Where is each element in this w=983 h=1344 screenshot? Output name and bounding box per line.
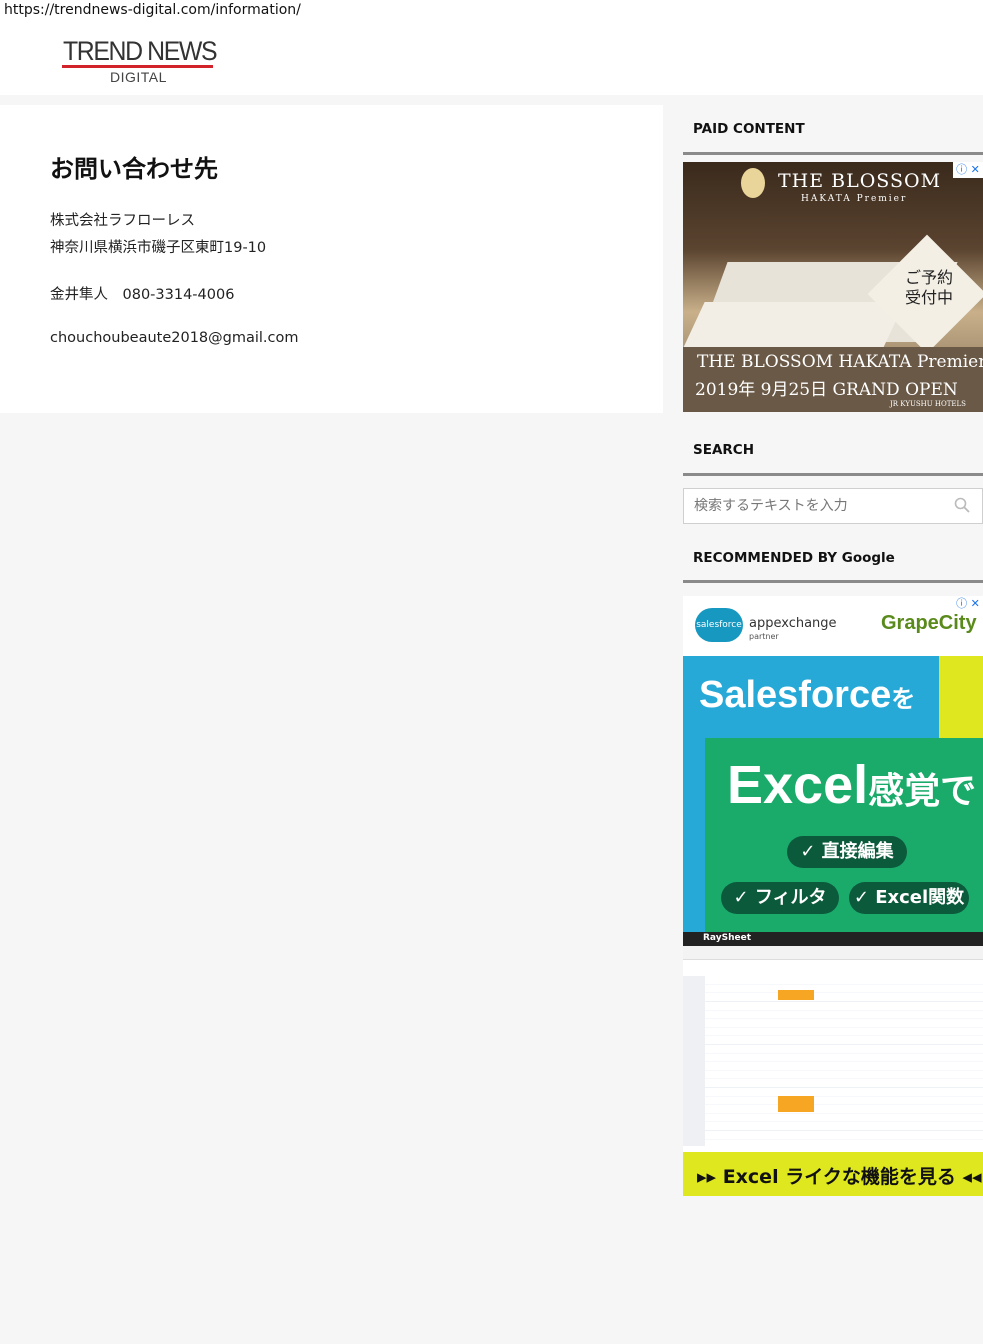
search-heading: SEARCH [693, 442, 754, 458]
feature-pill-filter: ✓ フィルタ [721, 882, 839, 914]
heading-rule [683, 152, 983, 155]
ad-blue-strip [683, 738, 705, 932]
app-name: RaySheet [703, 933, 751, 943]
logo-text-sub: DIGITAL [110, 69, 167, 85]
sheet-grid [683, 976, 983, 1146]
headline-1-text: Salesforce [699, 674, 892, 716]
reservation-badge: ご予約 受付中 [905, 268, 954, 307]
page-title: お問い合わせ先 [50, 155, 218, 183]
logo-text-main: TREND NEWS [63, 36, 218, 66]
search-box[interactable] [683, 488, 983, 524]
heading-rule [683, 580, 983, 583]
ad-line-2: 2019年 9月25日 GRAND OPEN [695, 380, 958, 400]
sheet-rows [683, 976, 983, 1146]
blossom-logo-icon [741, 168, 765, 198]
company-name: 株式会社ラフローレス [50, 213, 195, 229]
ad-headline-2: Excel感覚で [727, 754, 976, 816]
feature-pill-edit: ✓ 直接編集 [787, 836, 907, 868]
ad-brand-sub: HAKATA Premier [801, 194, 908, 204]
search-input[interactable] [684, 489, 944, 523]
hotel-ad[interactable]: THE BLOSSOM HAKATA Premier ご予約 受付中 THE BL… [683, 162, 983, 412]
paid-content-heading: PAID CONTENT [693, 121, 805, 137]
headline-2-text: Excel [727, 755, 869, 815]
appexchange-label: appexchange [749, 616, 837, 631]
cta-text: ▸▸ Excel ライクな機能を見る ◂◂ [697, 1166, 982, 1188]
logo-bar [62, 65, 213, 68]
search-icon[interactable] [954, 497, 970, 513]
ad-close-icon[interactable]: ⓘ ✕ [953, 596, 983, 612]
sheet-toolbar [683, 946, 983, 960]
grapecity-logo: GrapeCity [881, 612, 977, 634]
sheet-row-numbers [683, 976, 705, 1146]
ad-line-3: JR KYUSHU HOTELS [890, 400, 966, 408]
company-address: 神奈川県横浜市磯子区東町19-10 [50, 240, 267, 256]
salesforce-logo: salesforce [695, 608, 743, 642]
recommended-heading: RECOMMENDED BY Google [693, 550, 895, 566]
contact-email: chouchoubeaute2018@gmail.com [50, 330, 299, 346]
cta-banner[interactable]: ▸▸ Excel ライクな機能を見る ◂◂ [683, 1152, 983, 1196]
partner-label: partner [749, 632, 779, 641]
ad-headline-1: Salesforceを [699, 674, 915, 717]
sheet-highlight [778, 1096, 814, 1112]
ad-brand: THE BLOSSOM [778, 170, 942, 192]
sheet-titlebar: RaySheet [683, 932, 983, 946]
bed-image [683, 302, 905, 352]
headline-2-suffix: 感覚で [868, 770, 977, 811]
content-card: お問い合わせ先 株式会社ラフローレス 神奈川県横浜市磯子区東町19-10 金井隼… [0, 105, 663, 413]
url-bar: https://trendnews-digital.com/informatio… [4, 2, 301, 18]
sheet-highlight [778, 990, 814, 1000]
feature-pill-function: ✓ Excel関数 [849, 882, 969, 914]
ad-close-icon[interactable]: ⓘ ✕ [953, 162, 983, 178]
headline-1-suffix: を [891, 686, 916, 713]
ad-line-1: THE BLOSSOM HAKATA Premier [697, 352, 983, 372]
salesforce-ad[interactable]: salesforce appexchange partner GrapeCity… [683, 596, 983, 1196]
ad-yellow-panel [939, 656, 983, 738]
contact-person: 金井隼人 080-3314-4006 [50, 287, 235, 303]
site-logo[interactable]: TREND NEWS DIGITAL [62, 36, 218, 88]
heading-rule [683, 473, 983, 476]
